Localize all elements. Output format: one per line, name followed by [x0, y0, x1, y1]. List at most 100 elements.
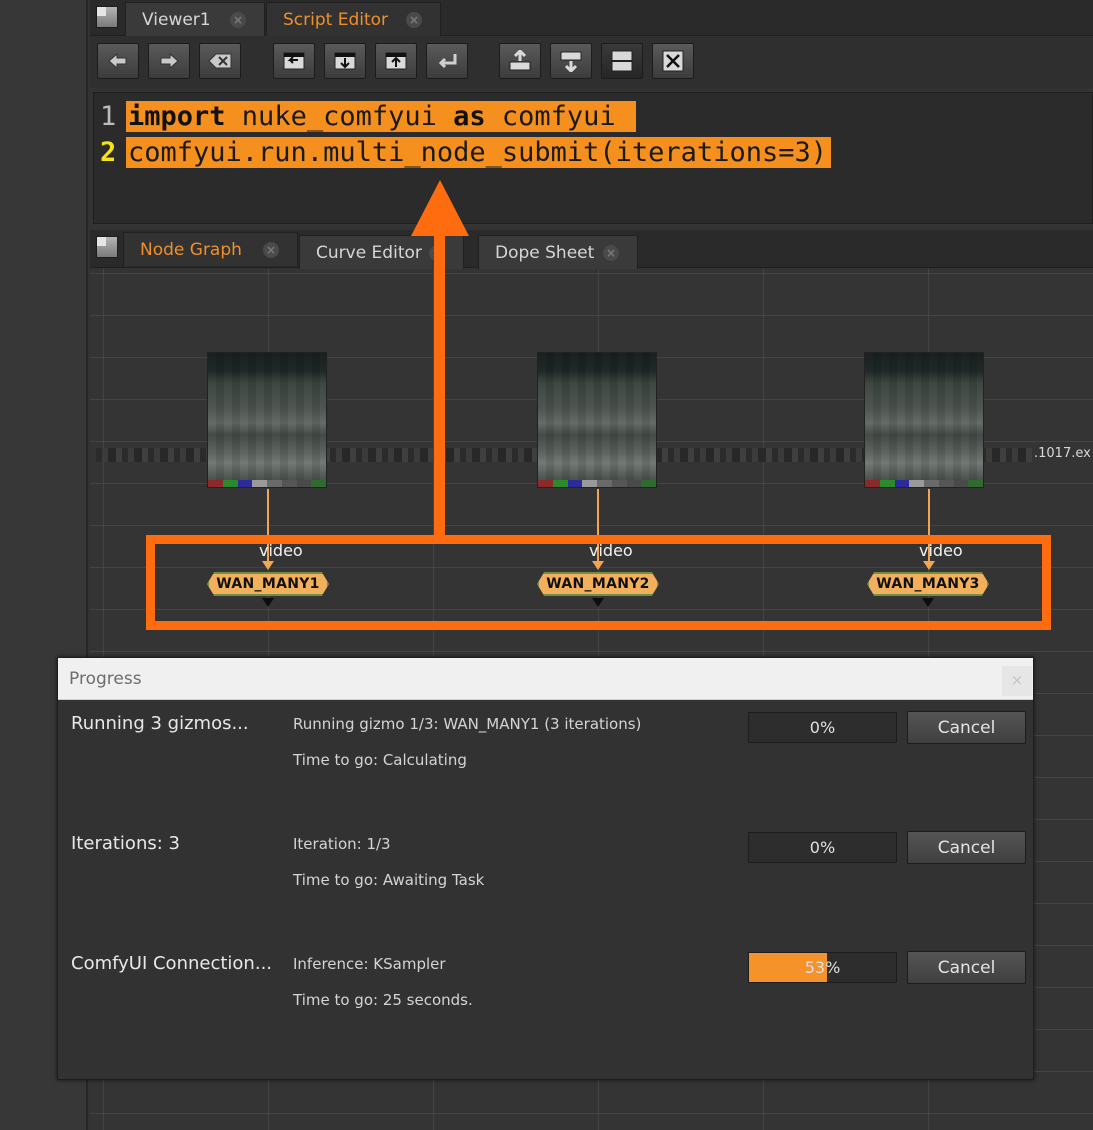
progress-text: 53%	[804, 958, 841, 977]
task-title: ComfyUI Connection...	[71, 953, 273, 974]
channel-swatch	[296, 480, 312, 487]
source-script-icon	[283, 52, 305, 70]
cancel-button[interactable]: Cancel	[907, 711, 1026, 744]
task-title: Running 3 gizmos...	[71, 713, 249, 734]
read-node-thumbnail[interactable]	[864, 352, 984, 488]
tab-label: Viewer1	[142, 9, 211, 30]
previous-script-button[interactable]	[97, 43, 139, 79]
task-eta: Time to go: 25 seconds.	[293, 991, 473, 1009]
read-node-thumbnail[interactable]	[207, 352, 327, 488]
channel-swatch	[281, 480, 297, 487]
graph-tab-bar: Node Graph × Curve Editor × Dope Sheet ×	[90, 230, 1093, 269]
dialog-close-button[interactable]: ×	[1002, 666, 1032, 696]
next-script-button[interactable]	[148, 43, 190, 79]
load-script-button[interactable]	[324, 43, 366, 79]
task-title: Iterations: 3	[71, 833, 180, 854]
channel-swatch	[611, 480, 627, 487]
script-toolbar	[90, 36, 1093, 88]
source-script-button[interactable]	[273, 43, 315, 79]
line-number: 2	[100, 136, 117, 168]
close-icon[interactable]: ×	[603, 245, 619, 261]
code-token: nuke_comfyui	[225, 100, 454, 132]
split-panes-icon	[611, 50, 633, 72]
cancel-button[interactable]: Cancel	[907, 951, 1026, 984]
load-script-icon	[334, 52, 356, 70]
save-script-icon	[385, 52, 407, 70]
tab-script-editor[interactable]: Script Editor ×	[266, 2, 441, 36]
channel-swatch	[894, 480, 910, 487]
nuke-window: Viewer1 × Script Editor × 1 import nuke_…	[0, 0, 1093, 1130]
channel-swatch	[267, 480, 282, 487]
read-node-filename-suffix: .1017.ex	[1034, 446, 1091, 461]
channel-swatch	[968, 480, 983, 487]
read-node-thumbnail[interactable]	[537, 352, 657, 488]
close-icon[interactable]: ×	[230, 12, 246, 28]
save-script-button[interactable]	[375, 43, 417, 79]
channel-swatch	[237, 480, 253, 487]
tab-dope-sheet[interactable]: Dope Sheet ×	[478, 235, 638, 269]
clear-history-button[interactable]	[199, 43, 241, 79]
channel-swatch	[222, 480, 238, 487]
channel-swatch	[582, 480, 597, 487]
channel-swatch	[311, 480, 326, 487]
line-number: 1	[100, 100, 117, 132]
split-panes-button[interactable]	[601, 43, 643, 79]
pane-menu-icon[interactable]	[96, 236, 118, 258]
annotation-highlight-box	[146, 535, 1051, 630]
previous-script-icon	[108, 52, 127, 70]
channel-swatch	[252, 480, 267, 487]
progress-dialog: Progress × Running 3 gizmos... Running g…	[57, 657, 1034, 1080]
show-input-icon	[509, 50, 531, 71]
keyword: import	[128, 100, 226, 132]
channel-swatch	[909, 480, 924, 487]
run-script-icon	[438, 54, 457, 69]
channel-swatch	[865, 480, 880, 487]
channel-swatch	[879, 480, 895, 487]
task-status: Inference: KSampler	[293, 955, 446, 973]
top-tab-bar: Viewer1 × Script Editor ×	[90, 0, 1093, 36]
tab-label: Curve Editor	[316, 242, 422, 263]
pane-menu-icon[interactable]	[96, 6, 118, 28]
close-icon[interactable]: ×	[263, 242, 279, 258]
channel-strip	[865, 480, 983, 487]
tab-label: Script Editor	[283, 9, 389, 30]
channel-swatch	[641, 480, 656, 487]
progress-bar: 0%	[748, 712, 897, 743]
progress-bar: 0%	[748, 832, 897, 863]
dialog-titlebar: Progress	[58, 658, 1033, 700]
progress-text: 0%	[809, 718, 836, 737]
script-input-area[interactable]: 1 import nuke_comfyui as comfyui 2 comfy…	[93, 92, 1093, 224]
tab-label: Dope Sheet	[495, 242, 595, 263]
task-status: Running gizmo 1/3: WAN_MANY1 (3 iteratio…	[293, 715, 642, 733]
tab-node-graph[interactable]: Node Graph ×	[123, 232, 298, 266]
code-line: 2 comfyui.run.multi_node_submit(iteratio…	[100, 135, 831, 169]
dialog-title: Progress	[69, 668, 142, 689]
task-eta: Time to go: Awaiting Task	[293, 871, 485, 889]
next-script-icon	[160, 52, 179, 70]
annotation-arrow-head	[411, 180, 469, 236]
channel-swatch	[953, 480, 969, 487]
close-icon[interactable]: ×	[406, 12, 422, 28]
channel-swatch	[567, 480, 583, 487]
clear-output-icon	[662, 50, 684, 72]
show-output-button[interactable]	[550, 43, 592, 79]
run-script-button[interactable]	[426, 43, 468, 79]
show-input-button[interactable]	[499, 43, 541, 79]
clear-output-button[interactable]	[652, 43, 694, 79]
annotation-arrow-shaft	[434, 232, 445, 539]
channel-strip	[538, 480, 656, 487]
channel-swatch	[538, 480, 553, 487]
cancel-button[interactable]: Cancel	[907, 831, 1026, 864]
tab-viewer1[interactable]: Viewer1 ×	[125, 2, 265, 36]
code-line: 1 import nuke_comfyui as comfyui	[100, 99, 636, 133]
code-token: comfyui	[485, 100, 632, 132]
channel-swatch	[597, 480, 612, 487]
channel-swatch	[924, 480, 939, 487]
task-eta: Time to go: Calculating	[293, 751, 467, 769]
code-text: import nuke_comfyui as comfyui	[126, 100, 636, 132]
code-text: comfyui.run.multi_node_submit(iterations…	[126, 136, 831, 168]
tab-label: Node Graph	[140, 239, 242, 260]
clear-history-icon	[208, 53, 232, 69]
task-status: Iteration: 1/3	[293, 835, 391, 853]
progress-text: 0%	[809, 838, 836, 857]
